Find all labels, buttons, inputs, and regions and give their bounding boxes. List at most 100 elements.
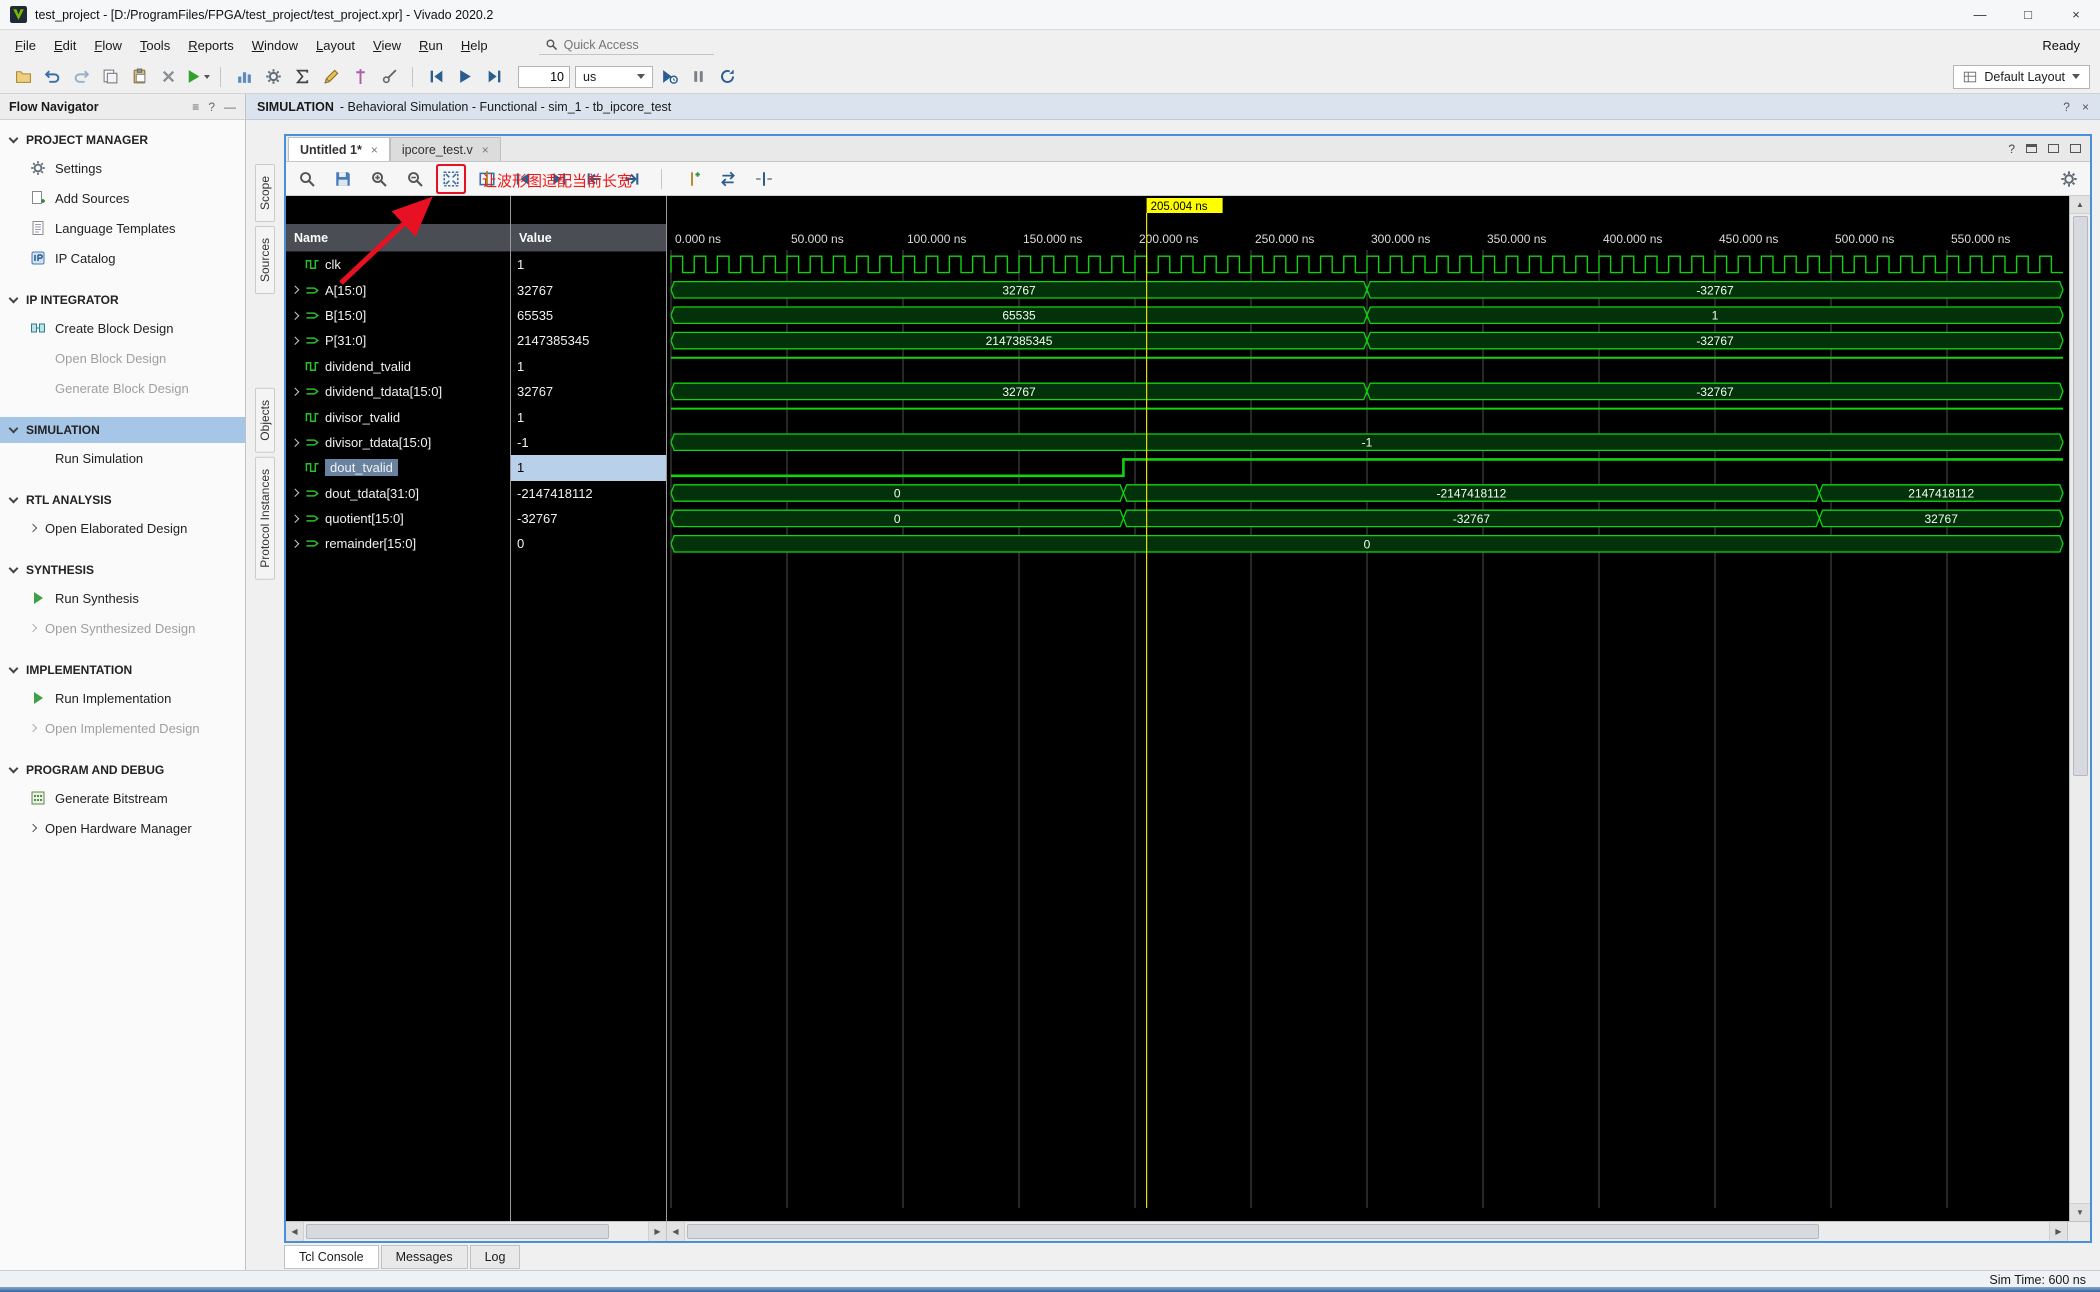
copy-button[interactable] (97, 64, 123, 90)
flow-item-open-block-design[interactable]: Open Block Design (0, 343, 245, 373)
menu-flow[interactable]: Flow (85, 33, 130, 58)
close-tab-icon[interactable]: × (482, 143, 489, 157)
signal-name-clk[interactable]: clk (286, 252, 510, 277)
menu-view[interactable]: View (364, 33, 410, 58)
layout-selector[interactable]: Default Layout (1953, 64, 2090, 89)
scroll-down-icon[interactable]: ▼ (2070, 1203, 2090, 1221)
simulation-time-input[interactable] (518, 65, 570, 88)
wave-settings-button[interactable] (2056, 166, 2082, 192)
flow-section-header-rtl-analysis[interactable]: RTL ANALYSIS (0, 487, 245, 513)
signal-name-b-15-0[interactable]: B[15:0] (286, 303, 510, 328)
flow-item-settings[interactable]: Settings (0, 153, 245, 183)
expand-chevron-icon[interactable] (290, 336, 300, 345)
help-icon[interactable]: ? (208, 100, 215, 114)
minimize-button[interactable]: — (1956, 0, 2004, 29)
signal-name-divisor-tvalid[interactable]: divisor_tvalid (286, 404, 510, 429)
signal-value-dividend-tvalid[interactable]: 1 (511, 354, 666, 379)
value-column-header[interactable]: Value (511, 224, 666, 252)
pen-button[interactable] (318, 64, 344, 90)
zoom-fit-button[interactable] (438, 166, 464, 192)
expand-chevron-icon[interactable] (290, 286, 300, 294)
hscroll-thumb[interactable] (687, 1224, 1820, 1239)
flow-item-add-sources[interactable]: Add Sources (0, 183, 245, 213)
tab-log[interactable]: Log (469, 1244, 521, 1269)
quick-access-search[interactable] (538, 36, 714, 55)
flow-item-generate-block-design[interactable]: Generate Block Design (0, 373, 245, 403)
zoom-out-button[interactable] (402, 166, 428, 192)
zoom-in-button[interactable] (366, 166, 392, 192)
panel-tab-objects[interactable]: Objects (255, 388, 275, 453)
close-icon[interactable]: × (2082, 100, 2089, 114)
scroll-left-icon[interactable]: ◀ (286, 1222, 304, 1241)
tab-messages[interactable]: Messages (380, 1244, 468, 1269)
signal-value-quotient-15-0[interactable]: -32767 (511, 506, 666, 531)
simulation-time-unit-select[interactable]: us (575, 65, 653, 88)
close-tab-icon[interactable]: × (371, 143, 378, 157)
flow-section-header-synthesis[interactable]: SYNTHESIS (0, 557, 245, 583)
float-panel-icon[interactable] (2048, 144, 2059, 153)
editor-tab-untitled-1[interactable]: Untitled 1* × (288, 137, 390, 161)
expand-chevron-icon[interactable] (290, 311, 300, 320)
menu-layout[interactable]: Layout (307, 33, 364, 58)
menu-window[interactable]: Window (243, 33, 307, 58)
flow-item-ip-catalog[interactable]: IP Catalog (0, 243, 245, 273)
signal-name-dout-tdata-31-0[interactable]: dout_tdata[31:0] (286, 481, 510, 506)
maximize-panel-icon[interactable] (2070, 144, 2081, 153)
flow-item-create-block-design[interactable]: Create Block Design (0, 313, 245, 343)
hscroll-thumb[interactable] (306, 1224, 609, 1239)
expand-chevron-icon[interactable] (290, 514, 300, 523)
marker-button[interactable] (347, 64, 373, 90)
run-all-button[interactable] (452, 64, 478, 90)
snap-to-transition-button[interactable] (751, 166, 777, 192)
collapse-panel-icon[interactable]: — (224, 100, 236, 114)
expand-chevron-icon[interactable] (290, 489, 300, 498)
quick-access-input[interactable] (563, 37, 689, 52)
minimize-panel-icon[interactable] (2026, 144, 2037, 153)
scroll-up-icon[interactable]: ▲ (2070, 196, 2090, 214)
signal-name-a-15-0[interactable]: A[15:0] (286, 277, 510, 302)
help-icon[interactable]: ? (2008, 142, 2015, 156)
flow-item-open-elaborated-design[interactable]: Open Elaborated Design (0, 513, 245, 543)
flow-item-language-templates[interactable]: Language Templates (0, 213, 245, 243)
menu-help[interactable]: Help (452, 33, 497, 58)
signal-name-divisor-tdata-15-0[interactable]: divisor_tdata[15:0] (286, 430, 510, 455)
signal-value-p-31-0[interactable]: 2147385345 (511, 328, 666, 353)
menu-run[interactable]: Run (410, 33, 452, 58)
flow-section-header-project-manager[interactable]: PROJECT MANAGER (0, 127, 245, 153)
signal-value-clk[interactable]: 1 (511, 252, 666, 277)
panel-tab-protocol-instances[interactable]: Protocol Instances (255, 456, 275, 580)
wave-hscrollbar[interactable]: ◀ ▶ (667, 1222, 2068, 1241)
step-button[interactable] (481, 64, 507, 90)
restart-button[interactable] (423, 64, 449, 90)
name-column-header[interactable]: Name (286, 224, 510, 252)
open-project-button[interactable] (10, 64, 36, 90)
menu-file[interactable]: File (6, 33, 45, 58)
add-marker-button[interactable] (679, 166, 705, 192)
menu-reports[interactable]: Reports (179, 33, 243, 58)
menu-tools[interactable]: Tools (131, 33, 179, 58)
editor-tab-ipcore-test-v[interactable]: ipcore_test.v × (389, 137, 501, 161)
flow-item-generate-bitstream[interactable]: Generate Bitstream (0, 783, 245, 813)
flow-item-open-implemented-design[interactable]: Open Implemented Design (0, 713, 245, 743)
signal-name-quotient-15-0[interactable]: quotient[15:0] (286, 506, 510, 531)
sigma-button[interactable] (289, 64, 315, 90)
swap-cursor-button[interactable] (715, 166, 741, 192)
flow-item-run-simulation[interactable]: Run Simulation (0, 443, 245, 473)
settings-button[interactable] (260, 64, 286, 90)
signal-value-divisor-tvalid[interactable]: 1 (511, 404, 666, 429)
flow-section-header-ip-integrator[interactable]: IP INTEGRATOR (0, 287, 245, 313)
pause-button[interactable] (685, 64, 711, 90)
waveform-plot-area[interactable]: 0.000 ns 50.000 ns 100.000 ns 150.000 ns 200… (667, 196, 2069, 1221)
search-button[interactable] (294, 166, 320, 192)
scroll-right-icon[interactable]: ▶ (648, 1222, 666, 1241)
signal-value-dout-tvalid[interactable]: 1 (511, 455, 666, 481)
panel-tab-sources[interactable]: Sources (255, 226, 275, 295)
run-button[interactable] (184, 64, 210, 90)
flow-item-open-synthesized-design[interactable]: Open Synthesized Design (0, 613, 245, 643)
undo-button[interactable] (39, 64, 65, 90)
expand-chevron-icon[interactable] (290, 387, 300, 396)
toggle-icon[interactable]: ≡ (192, 100, 199, 114)
signal-value-b-15-0[interactable]: 65535 (511, 303, 666, 328)
relaunch-button[interactable] (714, 64, 740, 90)
menu-edit[interactable]: Edit (45, 33, 85, 58)
